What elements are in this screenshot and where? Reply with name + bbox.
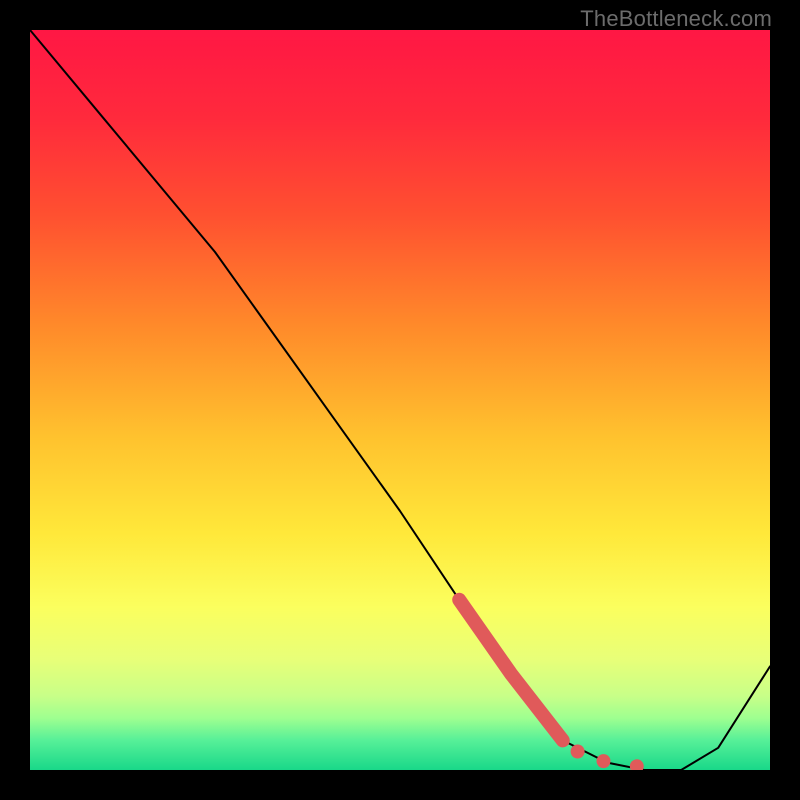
watermark-text: TheBottleneck.com — [580, 6, 772, 32]
chart-container — [30, 30, 770, 770]
chart-svg — [30, 30, 770, 770]
highlight-dot — [571, 745, 585, 759]
chart-background — [30, 30, 770, 770]
highlight-dot — [597, 754, 611, 768]
